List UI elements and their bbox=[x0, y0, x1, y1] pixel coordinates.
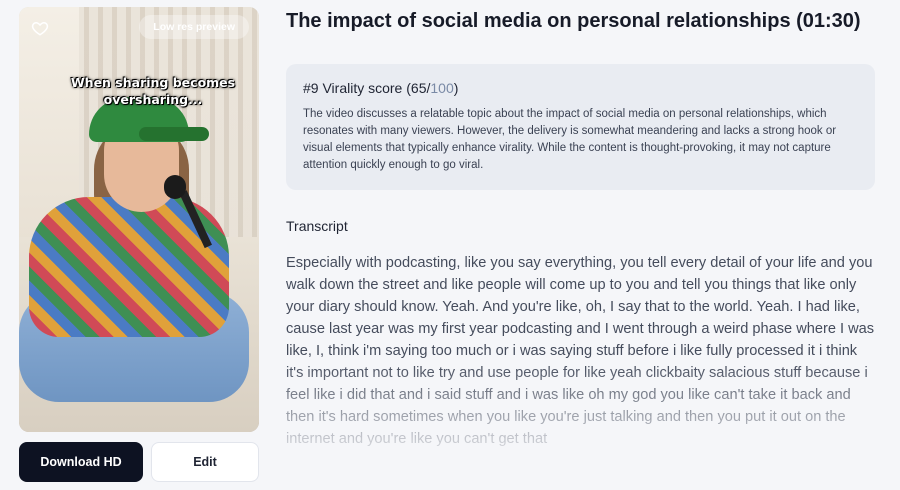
score-max: 100 bbox=[430, 80, 454, 96]
score-value: 65 bbox=[410, 80, 427, 96]
virality-score-description: The video discusses a relatable topic ab… bbox=[303, 108, 837, 171]
clip-details: The impact of social media on personal r… bbox=[286, 8, 878, 452]
virality-score-heading: #9 Virality score (65/100) bbox=[303, 80, 459, 96]
transcript-heading: Transcript bbox=[286, 218, 348, 234]
low-res-preview-badge: Low res preview bbox=[139, 15, 249, 39]
score-label: Virality score bbox=[322, 80, 403, 96]
score-rank: #9 bbox=[303, 80, 319, 96]
download-hd-button[interactable]: Download HD bbox=[19, 442, 143, 482]
transcript-text: Especially with podcasting, like you say… bbox=[286, 255, 875, 447]
action-buttons: Download HD Edit bbox=[19, 442, 259, 482]
video-microphone bbox=[164, 175, 186, 199]
video-caption: When sharing becomes oversharing... bbox=[70, 75, 236, 107]
heart-outline-icon[interactable] bbox=[31, 19, 49, 37]
clip-title: The impact of social media on personal r… bbox=[286, 10, 861, 32]
video-person-cap-brim bbox=[139, 127, 209, 141]
video-preview[interactable]: Low res preview When sharing becomes ove… bbox=[19, 7, 259, 432]
clip-preview-panel: Low res preview When sharing becomes ove… bbox=[19, 7, 259, 482]
edit-button[interactable]: Edit bbox=[151, 442, 259, 482]
virality-score-card: #9 Virality score (65/100) The video dis… bbox=[286, 64, 875, 190]
